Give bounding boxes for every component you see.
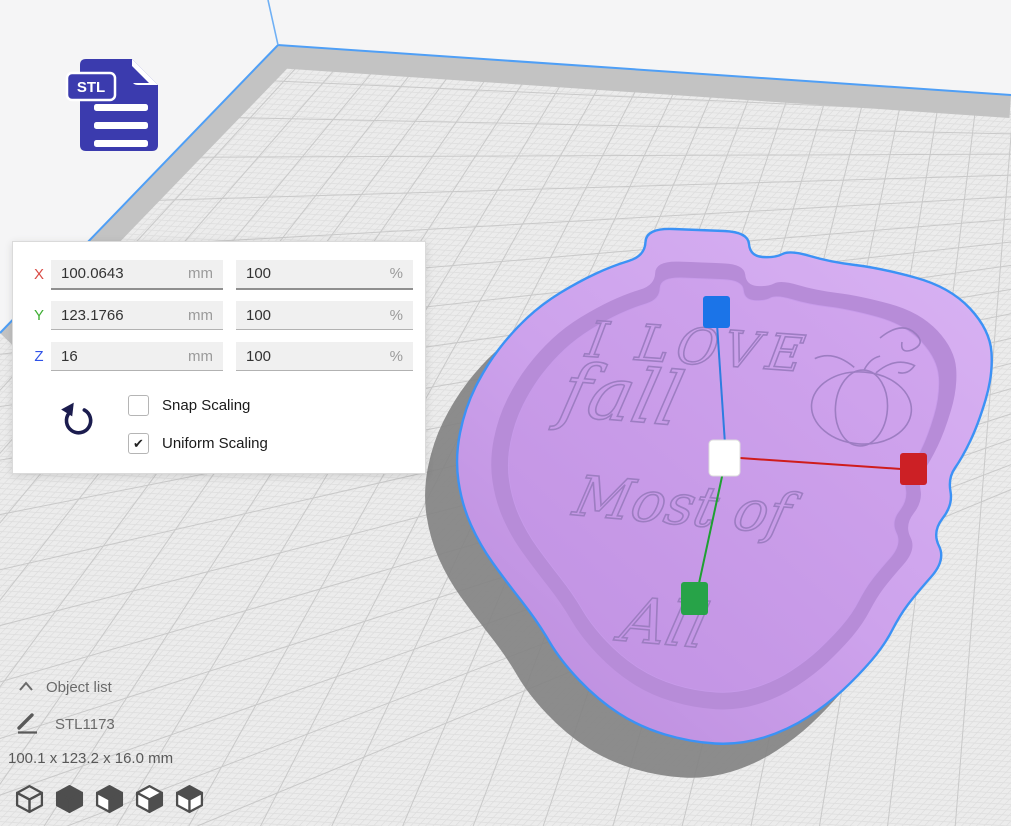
scale-z-mm-value: 16: [61, 348, 78, 365]
view-front-cube-icon: [54, 783, 85, 814]
stl-badge-label: STL: [77, 79, 105, 96]
uniform-scaling-checkbox[interactable]: ✔: [128, 433, 149, 454]
mm-unit-label: mm: [188, 265, 213, 282]
model-dimensions-label: 100.1 x 123.2 x 16.0 mm: [8, 750, 173, 767]
scale-y-percent-value: 100: [246, 307, 271, 324]
scale-handle-y[interactable]: [681, 582, 708, 615]
stl-text-bar: [94, 140, 148, 147]
stl-file-icon: STL: [58, 52, 164, 160]
scale-handle-z[interactable]: [703, 296, 730, 328]
object-list-item-name[interactable]: STL1173: [55, 716, 115, 733]
reset-arrow-icon: [59, 400, 97, 440]
object-list-collapse-caret[interactable]: [17, 680, 35, 692]
mm-unit-label: mm: [188, 348, 213, 365]
scale-tool-panel: X 100.0643 mm 100 % Y 123.1766 mm 100 % …: [12, 241, 426, 474]
scale-x-percent-value: 100: [246, 265, 271, 282]
uniform-scaling-row: ✔ Uniform Scaling: [128, 433, 268, 454]
percent-unit-label: %: [390, 265, 403, 282]
scale-row-x: X 100.0643 mm 100 %: [27, 259, 411, 290]
scale-z-percent-input[interactable]: 100 %: [236, 342, 413, 371]
stl-text-bar: [94, 122, 148, 129]
scale-row-z: Z 16 mm 100 %: [27, 341, 411, 372]
scale-handle-center[interactable]: [709, 440, 740, 476]
uniform-scaling-label: Uniform Scaling: [162, 435, 268, 452]
scaling-options: Snap Scaling ✔ Uniform Scaling: [128, 395, 268, 471]
object-list-title[interactable]: Object list: [46, 679, 112, 696]
view-right-cube-icon: [174, 783, 205, 814]
cura-viewport: I LOVE fall Most of All: [0, 0, 1011, 826]
camera-view-toolbar: [14, 783, 205, 814]
percent-unit-label: %: [390, 307, 403, 324]
snap-scaling-row: Snap Scaling: [128, 395, 268, 416]
percent-unit-label: %: [390, 348, 403, 365]
axis-label-y: Y: [27, 307, 51, 324]
snap-scaling-checkbox[interactable]: [128, 395, 149, 416]
stl-text-bar: [94, 104, 148, 111]
view-top-cube-icon: [94, 783, 125, 814]
view-3d-button[interactable]: [14, 783, 45, 814]
view-right-button[interactable]: [174, 783, 205, 814]
reset-scale-button[interactable]: [59, 400, 97, 440]
view-top-button[interactable]: [94, 783, 125, 814]
view-front-button[interactable]: [54, 783, 85, 814]
scale-handle-x[interactable]: [900, 453, 927, 485]
scale-y-mm-input[interactable]: 123.1766 mm: [51, 301, 223, 330]
scale-x-percent-input[interactable]: 100 %: [236, 260, 413, 290]
scale-y-mm-value: 123.1766: [61, 307, 124, 324]
axis-label-z: Z: [27, 348, 51, 365]
scale-x-mm-input[interactable]: 100.0643 mm: [51, 260, 223, 290]
engraving-line-2: fall: [548, 347, 691, 443]
edit-pencil-icon[interactable]: [16, 712, 40, 735]
mm-unit-label: mm: [188, 307, 213, 324]
scale-y-percent-input[interactable]: 100 %: [236, 301, 413, 330]
view-left-button[interactable]: [134, 783, 165, 814]
scale-z-percent-value: 100: [246, 348, 271, 365]
snap-scaling-label: Snap Scaling: [162, 397, 250, 414]
view-3d-cube-icon: [14, 783, 45, 814]
view-left-cube-icon: [134, 783, 165, 814]
axis-label-x: X: [27, 266, 51, 283]
scale-row-y: Y 123.1766 mm 100 %: [27, 300, 411, 331]
scale-x-mm-value: 100.0643: [61, 265, 124, 282]
scale-z-mm-input[interactable]: 16 mm: [51, 342, 223, 371]
